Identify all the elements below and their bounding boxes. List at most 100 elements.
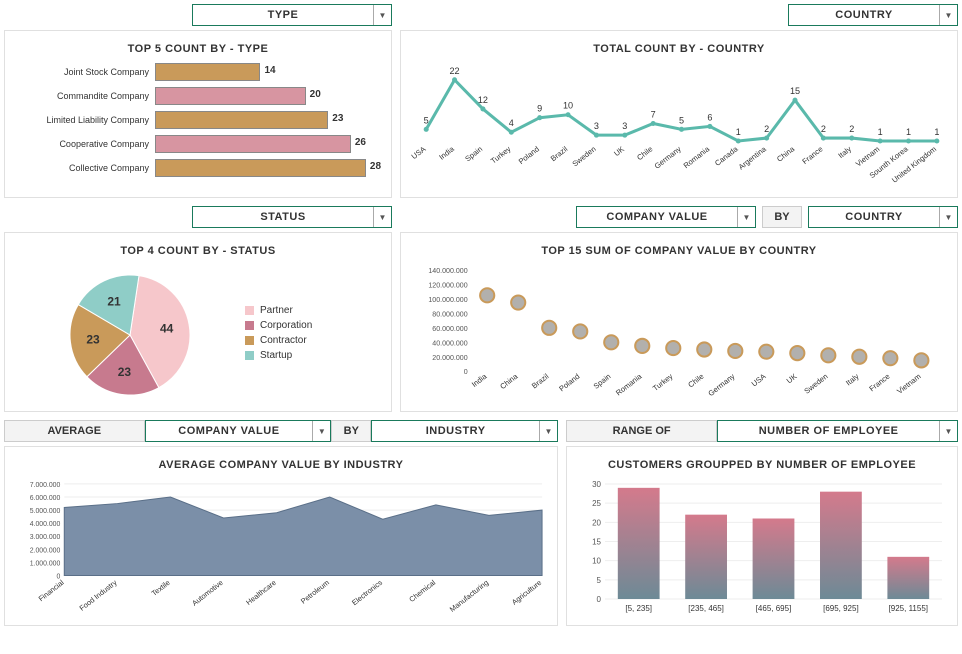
svg-text:Chemical: Chemical (407, 578, 437, 604)
employee-hist-chart: 051015202530[5, 235][235, 465][465, 695]… (577, 479, 947, 619)
country2-dropdown[interactable]: COUNTRY ▼ (808, 206, 958, 228)
svg-text:1: 1 (906, 127, 911, 137)
svg-text:France: France (800, 144, 824, 166)
svg-text:Sweden: Sweden (802, 372, 829, 396)
employee-hist-panel: CUSTOMERS GROUPPED BY NUMBER OF EMPLOYEE… (566, 446, 958, 626)
country-dropdown[interactable]: COUNTRY ▼ (788, 4, 958, 26)
svg-text:3.000.000: 3.000.000 (30, 534, 61, 541)
svg-text:India: India (470, 371, 489, 389)
svg-text:120.000.000: 120.000.000 (428, 283, 467, 290)
svg-text:20.000.000: 20.000.000 (432, 355, 467, 362)
legend-item: Partner (245, 305, 312, 316)
svg-text:Spain: Spain (592, 372, 613, 391)
svg-text:7: 7 (651, 109, 656, 119)
svg-text:23: 23 (86, 332, 100, 346)
svg-text:[5, 235]: [5, 235] (625, 604, 652, 613)
type-dropdown[interactable]: TYPE ▼ (192, 4, 392, 26)
svg-text:6.000.000: 6.000.000 (30, 495, 61, 502)
svg-text:Textile: Textile (150, 578, 172, 598)
svg-text:USA: USA (411, 144, 428, 161)
svg-text:India: India (437, 144, 456, 162)
employee-dropdown-label: NUMBER OF EMPLOYEE (718, 425, 939, 437)
legend-item: Contractor (245, 335, 312, 346)
svg-text:Spain: Spain (463, 144, 484, 163)
svg-text:Romania: Romania (682, 144, 712, 170)
svg-text:60.000.000: 60.000.000 (432, 326, 467, 333)
employee-dropdown[interactable]: NUMBER OF EMPLOYEE ▼ (717, 420, 958, 442)
value-country-title: TOP 15 SUM OF COMPANY VALUE BY COUNTRY (411, 245, 947, 257)
svg-text:Germany: Germany (706, 372, 736, 398)
svg-text:France: France (867, 372, 891, 394)
company-value2-dropdown-label: COMPANY VALUE (146, 425, 313, 437)
svg-text:Agriculture: Agriculture (510, 578, 543, 607)
svg-text:4: 4 (509, 118, 514, 128)
type-bar-panel: TOP 5 COUNT BY - TYPE Joint Stock Compan… (4, 30, 392, 198)
svg-text:5: 5 (424, 115, 429, 125)
svg-text:Argentina: Argentina (737, 144, 769, 172)
svg-text:1: 1 (878, 127, 883, 137)
svg-text:2.000.000: 2.000.000 (30, 547, 61, 554)
range-of-label: RANGE OF (566, 420, 717, 442)
hbar-category: Cooperative Company (15, 139, 155, 149)
type-bar-title: TOP 5 COUNT BY - TYPE (15, 43, 381, 55)
svg-text:9: 9 (537, 104, 542, 114)
svg-text:Italy: Italy (844, 372, 861, 388)
avg-industry-chart: 01.000.0002.000.0003.000.0004.000.0005.0… (15, 479, 547, 617)
svg-text:10: 10 (563, 101, 573, 111)
country-line-panel: TOTAL COUNT BY - COUNTRY 5USA22India12Sp… (400, 30, 958, 198)
company-value2-dropdown[interactable]: COMPANY VALUE ▼ (145, 420, 332, 442)
svg-text:2: 2 (764, 124, 769, 134)
svg-text:1: 1 (934, 127, 939, 137)
svg-text:Electronics: Electronics (350, 578, 384, 607)
svg-text:Romania: Romania (614, 371, 644, 397)
hbar-category: Joint Stock Company (15, 67, 155, 77)
type-dropdown-label: TYPE (193, 9, 373, 21)
svg-text:1: 1 (736, 127, 741, 137)
svg-text:[235, 465]: [235, 465] (688, 604, 724, 613)
svg-text:Poland: Poland (557, 372, 581, 394)
svg-text:2: 2 (849, 124, 854, 134)
svg-text:10: 10 (592, 557, 601, 566)
svg-text:Manufacturing: Manufacturing (448, 578, 490, 614)
svg-text:Sweden: Sweden (571, 144, 598, 168)
svg-text:Germany: Germany (653, 144, 683, 170)
svg-text:Brazil: Brazil (549, 144, 570, 163)
company-value-dropdown[interactable]: COMPANY VALUE ▼ (576, 206, 756, 228)
status-pie-panel: TOP 4 COUNT BY - STATUS 44232321 Partner… (4, 232, 392, 412)
country-line-chart: 5USA22India12Spain4Turkey9Poland10Brazil… (411, 63, 947, 184)
svg-text:80.000.000: 80.000.000 (432, 311, 467, 318)
status-dropdown[interactable]: STATUS ▼ (192, 206, 392, 228)
value-country-panel: TOP 15 SUM OF COMPANY VALUE BY COUNTRY 0… (400, 232, 958, 412)
employee-hist-title: CUSTOMERS GROUPPED BY NUMBER OF EMPLOYEE (577, 459, 947, 471)
svg-text:4.000.000: 4.000.000 (30, 521, 61, 528)
industry-dropdown[interactable]: INDUSTRY ▼ (371, 420, 558, 442)
hbar-category: Collective Company (15, 163, 155, 173)
svg-text:6: 6 (707, 112, 712, 122)
chevron-down-icon: ▼ (373, 207, 391, 227)
svg-text:100.000.000: 100.000.000 (428, 297, 467, 304)
svg-text:0: 0 (597, 595, 602, 604)
svg-text:30: 30 (592, 480, 601, 489)
chevron-down-icon: ▼ (939, 5, 957, 25)
svg-text:21: 21 (107, 294, 121, 308)
svg-text:140.000.000: 140.000.000 (428, 268, 467, 275)
hbar-category: Limited Liability Company (15, 115, 155, 125)
svg-text:0: 0 (464, 369, 468, 376)
chevron-down-icon: ▼ (737, 207, 755, 227)
svg-text:Turkey: Turkey (651, 372, 675, 393)
country2-dropdown-label: COUNTRY (809, 211, 939, 223)
svg-text:UK: UK (612, 144, 626, 158)
svg-text:3: 3 (594, 121, 599, 131)
chevron-down-icon: ▼ (539, 421, 557, 441)
hbar-category: Commandite Company (15, 91, 155, 101)
country-dropdown-label: COUNTRY (789, 9, 939, 21)
svg-text:7.000.000: 7.000.000 (30, 482, 61, 489)
svg-text:[465, 695]: [465, 695] (756, 604, 792, 613)
svg-text:Financial: Financial (37, 578, 66, 603)
status-pie-legend: PartnerCorporationContractorStartup (245, 305, 312, 365)
legend-item: Startup (245, 350, 312, 361)
status-dropdown-label: STATUS (193, 211, 373, 223)
svg-text:Poland: Poland (517, 144, 541, 166)
svg-text:5: 5 (679, 115, 684, 125)
by2-label: BY (331, 420, 371, 442)
